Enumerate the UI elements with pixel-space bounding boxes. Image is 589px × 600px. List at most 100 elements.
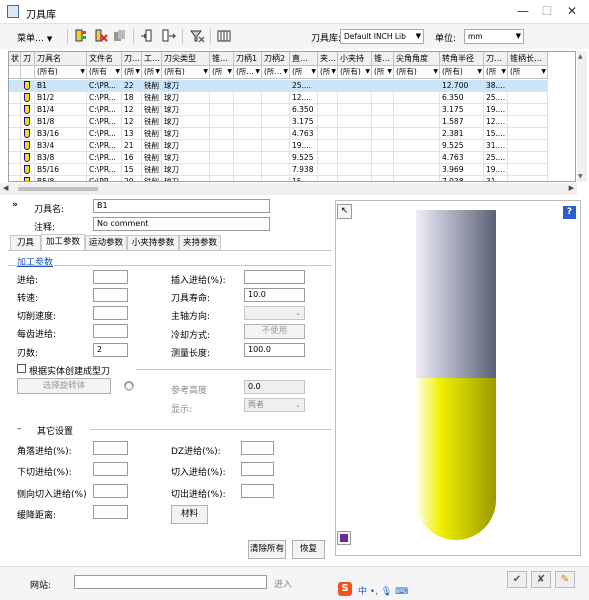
gauge-length-input[interactable]: 100.0 [244,343,305,357]
tab-small-holder-params[interactable]: 小夹持参数 [127,235,179,250]
column-header[interactable]: 文件名 [87,52,122,66]
apply-icon[interactable]: ✎ [555,571,575,588]
column-header[interactable]: 锥… [372,52,394,66]
column-header[interactable]: 刀具名 [35,52,87,66]
grid-horizontal-scrollbar[interactable]: ◀ ▶ [0,183,577,195]
column-filter[interactable]: (所 ▼ [210,66,234,79]
menu-button[interactable]: 菜单… ▼ [17,31,52,44]
column-filter[interactable]: (所 ▼ [484,66,508,79]
tab-motion-params[interactable]: 运动参数 [85,235,127,250]
url-input[interactable] [74,575,267,589]
column-filter[interactable]: (所 ▼ [372,66,394,79]
table-cell [234,164,262,176]
cut-speed-input[interactable] [93,306,128,320]
column-header[interactable]: 直… [290,52,318,66]
tab-holder-params[interactable]: 夹持参数 [179,235,221,250]
solid-checkbox[interactable] [17,364,26,373]
column-filter[interactable]: (所 ▼ [142,66,162,79]
feed-per-tooth-input[interactable] [93,324,128,338]
lateral-feed-input[interactable] [93,484,128,498]
column-filter[interactable]: (所有) ▼ [338,66,372,79]
tool-grid[interactable]: 状刀刀具名 (所有) ▼ 文件名 (所有 ▼ 刀… (所 ▼ 工… (所 ▼ 刀尖类型 (所有) ▼ 锥… (所… [8,51,576,182]
column-filter[interactable]: (所有 ▼ [87,66,122,79]
collapse-details-icon[interactable]: » [12,200,18,210]
down-feed-input[interactable] [93,462,128,476]
column-header[interactable]: 夹… [318,52,338,66]
column-filter[interactable]: (所… ▼ [262,66,290,79]
clear-filter-icon[interactable] [189,28,205,44]
tool-life-input[interactable]: 10.0 [244,288,305,302]
flutes-input[interactable]: 2 [93,343,128,357]
column-filter[interactable]: (所有) ▼ [35,66,87,79]
grid-vertical-scrollbar[interactable]: ▲ ▼ [577,51,587,182]
column-header[interactable]: 刀柄2 [262,52,290,66]
display-select[interactable]: 两者 ⌄ [244,398,305,412]
ref-height-input[interactable]: 0.0 [244,380,305,394]
column-header[interactable]: 刀… [122,52,142,66]
view-cube-icon[interactable] [337,531,351,545]
export-icon[interactable] [160,28,176,44]
column-filter[interactable]: (所… ▼ [234,66,262,79]
feed-input[interactable] [93,270,128,284]
column-header[interactable]: 转角半径 [440,52,484,66]
ime-toolbar[interactable]: 中 •, 🎙 ⌨ [358,584,408,597]
refresh-icon[interactable] [123,380,135,392]
library-select[interactable]: Default INCH Lib ▼ [340,29,424,44]
column-filter[interactable]: (所有) ▼ [394,66,440,79]
lead-out-input[interactable] [241,484,274,498]
help-icon[interactable]: ? [563,206,576,219]
column-filter[interactable]: (所 ▼ [122,66,142,79]
column-filter[interactable]: (所 ▼ [290,66,318,79]
select-solid-button[interactable]: 选择旋转体 [17,378,111,394]
column-header[interactable]: 小夹持 [338,52,372,66]
coolant-button[interactable]: 不使用 [244,324,305,339]
go-button[interactable]: 进入 [274,577,292,590]
material-button[interactable]: 材料 [171,505,208,524]
spindle-direction-select[interactable]: ⌄ [244,306,305,320]
clear-all-button[interactable]: 清除所有 [248,540,286,559]
lead-in-input[interactable] [241,462,274,476]
column-filter[interactable] [9,66,21,79]
comment-input[interactable]: No comment [93,217,270,231]
column-header[interactable]: 状 [9,52,21,66]
plunge-feed-input[interactable] [244,270,305,284]
import-icon[interactable] [140,28,156,44]
copy-tool-icon[interactable] [112,28,128,44]
column-filter[interactable]: (所 ▼ [318,66,338,79]
column-filter[interactable]: (所有) ▼ [440,66,484,79]
column-header[interactable]: 刀尖类型 [162,52,210,66]
column-header[interactable]: 刀柄1 [234,52,262,66]
column-filter[interactable]: (所 ▼ [508,66,548,79]
maximize-button[interactable]: ☐ [535,2,559,20]
delete-tool-icon[interactable] [93,28,109,44]
column-header[interactable]: 刀 [21,52,35,66]
collapse-other-icon[interactable]: – [17,424,22,434]
column-header[interactable]: 锥… [210,52,234,66]
retract-input[interactable] [93,505,128,519]
table-cell: 铣削 [142,140,162,152]
tool-name-input[interactable]: B1 [93,199,270,213]
ok-check-icon[interactable]: ✔ [507,571,527,588]
select-pointer-icon[interactable]: ↖ [337,204,352,219]
table-cell [508,164,548,176]
column-header[interactable]: 工… [142,52,162,66]
minimize-button[interactable]: — [511,2,535,20]
close-button[interactable]: ✕ [560,2,584,20]
unit-select[interactable]: mm ▼ [464,29,524,44]
restore-button[interactable]: 恢复 [292,540,325,559]
cancel-icon[interactable]: ✘ [531,571,551,588]
column-header[interactable]: 锥柄长… [508,52,548,66]
column-header[interactable]: 尖角角度 [394,52,440,66]
column-filter[interactable] [21,66,35,79]
speed-input[interactable] [93,288,128,302]
column-filter[interactable]: (所有) ▼ [162,66,210,79]
tab-tool[interactable]: 刀具 [10,235,41,250]
column-settings-icon[interactable] [216,28,232,44]
tab-machining-params[interactable]: 加工参数 [41,234,85,250]
table-cell [210,164,234,176]
table-cell: 球刀 [162,152,210,164]
new-tool-icon[interactable] [73,28,89,44]
dz-feed-input[interactable] [241,441,274,455]
column-header[interactable]: 刀… [484,52,508,66]
corner-feed-input[interactable] [93,441,128,455]
